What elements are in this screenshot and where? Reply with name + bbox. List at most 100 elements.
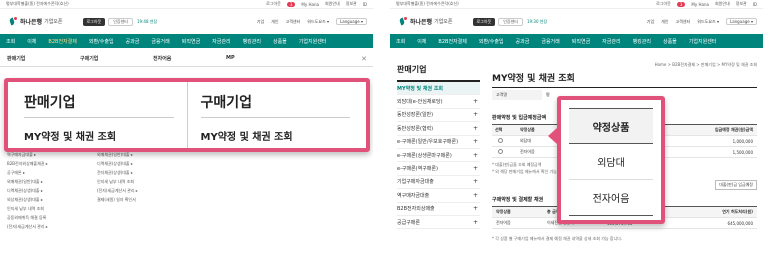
logout-button[interactable]: 로그아웃 [82,17,106,26]
utility-link-info[interactable]: 정보관 [346,1,357,7]
utility-link-info[interactable]: 정보관 [736,1,747,7]
header-link-support[interactable]: 고객센터 [676,19,691,25]
buyer-link[interactable]: 전자채권(상생)대출 ▸ [97,168,175,177]
radio-button[interactable] [498,138,503,143]
submenu-head-seller[interactable]: 판매기업 [7,55,73,62]
section-seller-title: 판매약정 및 입금예정금액 [492,115,547,121]
gnb-item-banking[interactable]: 뱅킹관리 [237,38,267,45]
left-nav-item-label: B2B전자외상매출 [397,206,435,213]
session-timer[interactable]: 19:30 연장 [527,19,547,25]
submenu-head-buyer[interactable]: 구매기업 [80,55,146,62]
submenu-head-enote[interactable]: 전자어음 [153,55,219,62]
utility-link-id[interactable]: ID [753,2,757,7]
left-nav-item-my-contract[interactable]: MY약정 및 채권 조회 [397,82,480,96]
gnb-item-funds[interactable]: 자금관리 [596,38,626,45]
seller-link[interactable]: 인지세 납부 내역 조회 [7,204,85,213]
left-nav-item[interactable]: B2B전자외상매출 + [397,203,480,216]
utility-link-myhana[interactable]: My Hana [301,2,319,7]
gnb-item-transfer[interactable]: 이체 [411,38,432,45]
buyer-link[interactable]: 인지세 납부 내역 조회 [97,177,175,186]
gnb-item-b2b[interactable]: B2B전자결제 [432,38,472,45]
cert-center-button[interactable]: 인증센터 [498,17,523,26]
gnb-item-b2b[interactable]: B2B전자결제 [42,38,82,45]
left-nav-item-label: 역구매자금대출 [397,192,430,199]
utility-link-logout[interactable]: 로그아웃 [266,1,281,7]
header-link-support[interactable]: 고객센터 [286,19,301,25]
left-nav-item[interactable]: 동반성장론(협력) + [397,122,480,136]
note-text: * 대출(판)금을 조회 예정금액 [492,162,542,167]
language-select[interactable]: Language ▾ [335,18,367,25]
buyer-link[interactable]: (전자)세금계산서 관리 ▸ [97,186,175,195]
close-icon[interactable]: ✕ [361,55,367,63]
utility-links: 로그아웃 3 My Hana 회원안내 정보관 ID [266,1,373,7]
gnb-item-forex[interactable]: 외환/수출입 [83,38,120,45]
buyer-link[interactable]: 결제(세원) 일자 확인서 [97,195,175,204]
seller-link[interactable]: 디렉채권(상생)대출 ▸ [7,186,85,195]
gnb-item-inquiry[interactable]: 조회 [0,38,21,45]
gnb-item-support[interactable]: 기업지원센터 [293,38,333,45]
expand-plus-icon: + [472,178,478,186]
session-timer[interactable]: 19:48 연장 [137,19,157,25]
seller-link[interactable]: B2B전자외상매출채권 ▸ [7,159,85,168]
logo-sub: 기업오픈 [434,19,453,25]
buyer-link[interactable]: 디렉채권(상생)대출 ▸ [97,159,175,168]
logo[interactable]: 하나은행 기업오픈 [0,17,63,26]
zoom-callout-menu: 판매기업 MY약정 및 채권 조회 구매기업 MY약정 및 채권 조회 [4,78,370,152]
left-nav-item[interactable]: 역구매자금대출 + [397,189,480,203]
gnb-item-products[interactable]: 상품몰 [267,38,293,45]
header-link-corporate[interactable]: 기업 [647,19,654,25]
gnb-item-products[interactable]: 상품몰 [657,38,683,45]
seller-link[interactable]: (전자)세금계산서 관리 ▸ [7,222,85,231]
detail-button[interactable]: 대출(판)금 입금예정 [715,180,757,190]
utility-link-member[interactable]: 회원안내 [325,1,340,7]
utility-link-id[interactable]: ID [363,2,367,7]
gnb-item-inquiry[interactable]: 조회 [390,38,411,45]
expand-plus-icon: + [472,191,478,199]
header-link-menu[interactable]: 워드도요즈 ▾ [307,19,329,25]
gnb-item-pension[interactable]: 퇴직연금 [176,38,206,45]
gnb-item-support[interactable]: 기업지원센터 [683,38,723,45]
gnb-item-finance[interactable]: 금융거래 [535,38,565,45]
callout-buyer-my-contract-link[interactable]: MY약정 및 채권 조회 [201,128,351,143]
gnb-item-utility[interactable]: 공과금 [120,38,146,45]
gnb-item-banking[interactable]: 뱅킹관리 [627,38,657,45]
left-nav-item[interactable]: 기업구매자금대출 + [397,176,480,190]
left-nav-item[interactable]: e-구매론(상생론마구매론) + [397,149,480,163]
seller-link[interactable]: 공구매론 ▸ [7,168,85,177]
utility-link-member[interactable]: 회원안내 [715,1,730,7]
logo[interactable]: 하나은행 기업오픈 [390,17,453,26]
seller-link[interactable]: 공동외매취득 해결 등록 [7,213,85,222]
left-nav-item[interactable]: e-구매론(일반/우보호구매론) + [397,136,480,149]
left-nav-item[interactable]: e-구매론(역구매론) + [397,162,480,176]
seller-link[interactable]: 외상채권(상생)대출 ▸ [7,195,85,204]
note-text: * 각 상품 별 구매기업 메뉴에서 결제 예정 채권 내역을 상세 조회 가능… [492,236,623,241]
gnb-item-funds[interactable]: 자금관리 [206,38,236,45]
header-link-personal[interactable]: 개인 [271,19,278,25]
header-link-menu[interactable]: 워드도요즈 ▾ [697,19,719,25]
utility-link-logout[interactable]: 로그아웃 [656,1,671,7]
gnb-item-finance[interactable]: 금융거래 [145,38,175,45]
cert-center-button[interactable]: 인증센터 [108,17,133,26]
submenu-divider [0,66,373,67]
gnb-item-forex[interactable]: 외환/수출입 [473,38,510,45]
left-nav-item[interactable]: 동반성장론(일반) + [397,109,480,123]
header-link-personal[interactable]: 개인 [661,19,668,25]
gnb-item-transfer[interactable]: 이체 [21,38,42,45]
product-option-foreign-loan[interactable]: 외담대 [569,144,653,180]
product-option-e-note[interactable]: 전자어음 [569,180,653,216]
logout-button[interactable]: 로그아웃 [472,17,496,26]
left-nav-item[interactable]: 외담대(e-안심채로당) + [397,95,480,109]
left-nav: 판매기업 MY약정 및 채권 조회 외담대(e-안심채로당) + 동반성장론(일반… [397,64,480,230]
language-select[interactable]: Language ▾ [725,18,757,25]
submenu-head-mp[interactable]: MP [226,55,292,61]
header-link-corporate[interactable]: 기업 [257,19,264,25]
radio-button[interactable] [498,149,503,154]
seller-link[interactable]: 외매채권(일반)대출 ▸ [7,177,85,186]
gnb-item-pension[interactable]: 퇴직연금 [566,38,596,45]
gnb-item-utility[interactable]: 공과금 [510,38,536,45]
left-nav-item[interactable]: 공급구매론 + [397,216,480,230]
callout-seller-my-contract-link[interactable]: MY약정 및 채권 조회 [24,128,174,143]
select-cell [492,138,516,144]
header: 하나은행 기업오픈 로그아웃 인증센터 19:48 연장 기업 개인 고객센터 … [0,9,373,34]
utility-link-myhana[interactable]: My Hana [691,2,709,7]
